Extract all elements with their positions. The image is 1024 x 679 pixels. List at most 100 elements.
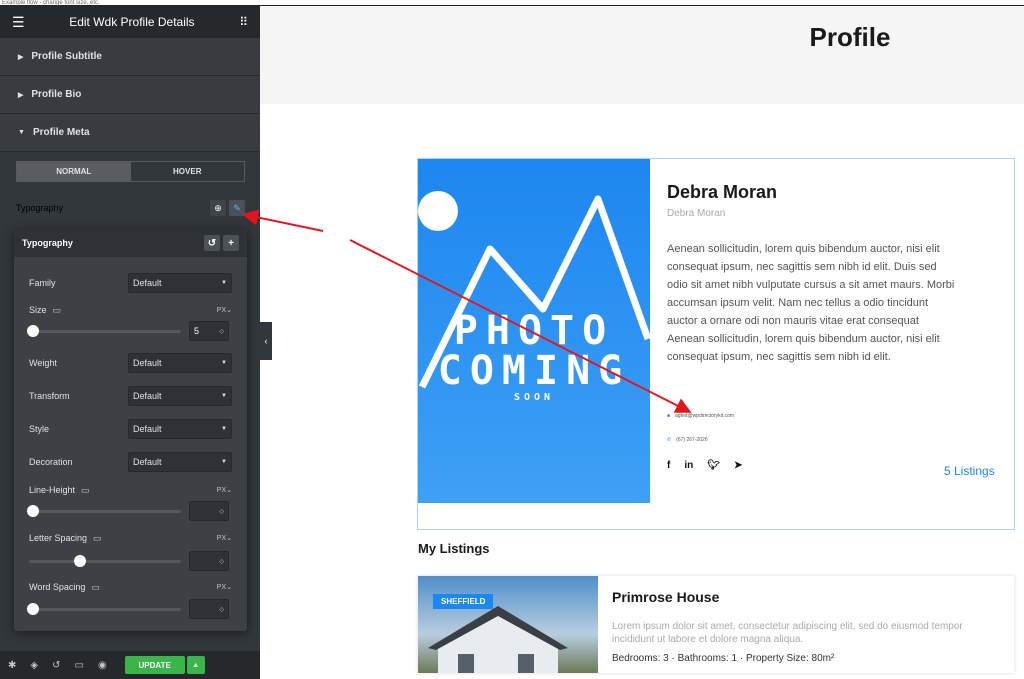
social-links: f in 🐦︎ ➤	[667, 460, 742, 471]
telegram-icon[interactable]: ➤	[734, 460, 742, 471]
section-label: Profile Meta	[32, 127, 90, 138]
letter-spacing-unit[interactable]: PX⌄	[217, 534, 232, 542]
word-spacing-input[interactable]: ◇	[189, 599, 229, 619]
my-listings-heading: My Listings	[418, 541, 490, 556]
weight-label: Weight	[29, 358, 57, 368]
unit-label: PX	[216, 535, 227, 542]
letter-spacing-slider-row: ◇	[29, 551, 232, 571]
unit-label: PX	[216, 307, 227, 314]
letter-spacing-slider-handle[interactable]	[74, 554, 86, 567]
popup-header: Typography ↺ +	[14, 229, 247, 257]
style-tabs: NORMAL HOVER	[16, 161, 245, 182]
size-value: 5	[194, 326, 200, 336]
typography-popup: Typography ↺ + Family Default ▼ Size ▭ PX⌄…	[14, 229, 247, 631]
linkedin-icon[interactable]: in	[684, 460, 693, 471]
chevron-down-icon: ▼	[221, 360, 227, 366]
word-spacing-slider-handle[interactable]	[27, 602, 39, 615]
update-button[interactable]: UPDATE	[124, 656, 185, 674]
typography-label: Typography	[16, 203, 64, 213]
style-row: Style Default ▼	[29, 419, 232, 439]
plus-icon[interactable]: +	[223, 235, 239, 251]
layers-icon[interactable]: ◈	[30, 660, 38, 671]
hamburger-icon[interactable]: ☰	[12, 14, 25, 31]
editor-footer: ✱ ◈ ↺ ▭ ◉ UPDATE ▲	[0, 651, 260, 679]
spinner-icon[interactable]: ◇	[219, 328, 224, 335]
photo-line-3: SOON	[513, 392, 555, 403]
section-label: Profile Bio	[31, 89, 82, 100]
spinner-icon[interactable]: ◇	[219, 558, 224, 565]
settings-icon[interactable]: ✱	[8, 660, 16, 671]
word-spacing-unit[interactable]: PX⌄	[217, 583, 232, 591]
style-select[interactable]: Default ▼	[128, 419, 232, 439]
decoration-row: Decoration Default ▼	[29, 452, 232, 472]
line-height-slider[interactable]	[27, 504, 181, 517]
collapse-panel-button[interactable]: ‹	[260, 322, 272, 360]
letter-spacing-slider[interactable]	[29, 554, 181, 567]
globe-icon[interactable]: ⊕	[210, 200, 226, 216]
typography-control: Typography ⊕ ✎	[16, 198, 245, 218]
preview-icon[interactable]: ◉	[98, 660, 107, 671]
editor-header: ☰ Edit Wdk Profile Details ⠿	[0, 6, 260, 38]
listings-link[interactable]: 5 Listings	[944, 464, 995, 478]
profile-phone[interactable]: ✆ (67) 267-2026	[667, 437, 708, 443]
size-slider-handle[interactable]	[27, 324, 39, 337]
listing-features: Bedrooms: 3 · Bathrooms: 1 · Property Si…	[612, 653, 835, 664]
line-height-unit[interactable]: PX⌄	[217, 486, 232, 494]
letter-spacing-input[interactable]: ◇	[189, 551, 229, 571]
size-slider[interactable]	[27, 324, 181, 337]
size-slider-row: 5 ◇	[27, 321, 232, 341]
decoration-select[interactable]: Default ▼	[128, 452, 232, 472]
history-icon[interactable]: ↺	[52, 660, 60, 671]
word-spacing-slider-row: ◇	[27, 599, 232, 619]
listing-image: SHEFFIELD	[418, 576, 598, 673]
section-profile-meta[interactable]: ▼ Profile Meta	[0, 114, 260, 152]
email-icon: ■	[667, 413, 671, 419]
section-label: Profile Subtitle	[31, 51, 102, 62]
section-profile-subtitle[interactable]: ▶ Profile Subtitle	[0, 38, 260, 76]
chevron-left-icon: ‹	[264, 336, 268, 346]
section-profile-bio[interactable]: ▶ Profile Bio	[0, 76, 260, 114]
profile-bio: Aenean sollicitudin, lorem quis bibendum…	[667, 243, 955, 363]
house-illustration	[428, 606, 568, 673]
twitter-icon[interactable]: 🐦︎	[707, 460, 720, 471]
letter-spacing-row: Letter Spacing ▭ PX⌄	[29, 531, 232, 545]
line-height-slider-handle[interactable]	[27, 504, 39, 517]
facebook-icon[interactable]: f	[667, 460, 670, 471]
photo-coming-soon-text: PHOTO COMING SOON	[418, 311, 650, 403]
chevron-down-icon: ▼	[221, 459, 227, 465]
tab-hover[interactable]: HOVER	[131, 162, 245, 181]
transform-value: Default	[133, 391, 162, 401]
caret-down-icon: ▼	[18, 129, 25, 136]
responsive-icon[interactable]: ▭	[74, 660, 83, 671]
size-unit[interactable]: PX⌄	[217, 306, 232, 314]
line-height-input[interactable]: ◇	[189, 501, 229, 521]
grid-icon[interactable]: ⠿	[239, 15, 248, 29]
tab-normal[interactable]: NORMAL	[17, 162, 131, 181]
page-title: Profile	[809, 22, 891, 52]
phone-icon: ✆	[667, 437, 672, 443]
listing-title[interactable]: Primrose House	[612, 589, 719, 605]
desktop-icon: ▭	[93, 532, 102, 543]
style-value: Default	[133, 424, 162, 434]
spinner-icon[interactable]: ◇	[219, 508, 224, 515]
listing-card[interactable]: SHEFFIELD Primrose House Lorem ipsum dol…	[418, 576, 1014, 673]
line-height-row: Line-Height ▭ PX⌄	[29, 483, 232, 497]
caret-right-icon: ▶	[18, 91, 24, 99]
listing-description: Lorem ipsum dolor sit amet, consectetur …	[612, 621, 963, 645]
word-spacing-slider[interactable]	[27, 602, 181, 615]
spinner-icon[interactable]: ◇	[219, 606, 224, 613]
reset-icon[interactable]: ↺	[204, 235, 220, 251]
chevron-down-icon: ▼	[221, 426, 227, 432]
family-select[interactable]: Default ▼	[128, 273, 232, 293]
update-options-button[interactable]: ▲	[186, 656, 205, 674]
unit-label: PX	[216, 487, 227, 494]
profile-email[interactable]: ■ agent@wpdirectorykit.com	[667, 413, 734, 419]
weight-row: Weight Default ▼	[29, 353, 232, 373]
family-row: Family Default ▼	[29, 273, 232, 293]
desktop-icon: ▭	[52, 304, 62, 315]
pencil-icon[interactable]: ✎	[229, 200, 245, 216]
weight-select[interactable]: Default ▼	[128, 353, 232, 373]
size-row: Size ▭ PX⌄	[29, 303, 232, 317]
size-input[interactable]: 5 ◇	[189, 321, 229, 341]
transform-select[interactable]: Default ▼	[128, 386, 232, 406]
